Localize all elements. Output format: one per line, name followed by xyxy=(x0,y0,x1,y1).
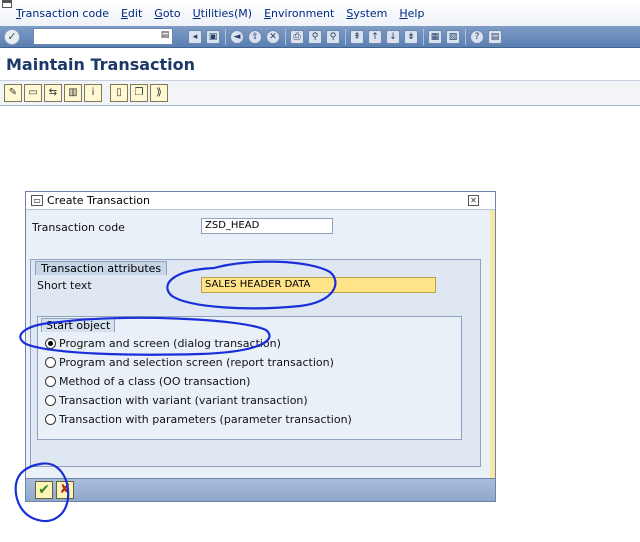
cancel-button[interactable]: ✘ xyxy=(56,481,74,499)
start-object-title: Start object xyxy=(41,318,116,332)
create-transaction-dialog: ▭ Create Transaction ✕ Transaction code … xyxy=(25,191,496,502)
start-object-group: Start object Program and screen (dialog … xyxy=(37,316,462,440)
transaction-code-field[interactable]: ZSD_HEAD xyxy=(201,218,333,234)
radio-variant-transaction[interactable]: Transaction with variant (variant transa… xyxy=(45,394,308,407)
history-dropdown-icon[interactable]: ▤ xyxy=(160,30,170,41)
radio-label: Transaction with variant (variant transa… xyxy=(59,394,308,407)
radio-label: Method of a class (OO transaction) xyxy=(59,375,251,388)
menu-help[interactable]: Help xyxy=(399,7,424,20)
prev-page-icon[interactable]: ↑ xyxy=(368,30,382,44)
radio-button[interactable] xyxy=(45,376,56,387)
menu-bar: Transaction code Edit Goto Utilities(M) … xyxy=(0,0,640,26)
menu-edit[interactable]: Edit xyxy=(121,7,142,20)
toolbar-separator xyxy=(465,29,466,45)
shortcut-icon[interactable]: ▧ xyxy=(446,30,460,44)
dialog-titlebar: ▭ Create Transaction ✕ xyxy=(26,192,495,210)
dialog-title: Create Transaction xyxy=(47,194,150,207)
radio-report-transaction[interactable]: Program and selection screen (report tra… xyxy=(45,356,334,369)
change-icon[interactable]: ▭ xyxy=(24,84,42,102)
radio-parameter-transaction[interactable]: Transaction with parameters (parameter t… xyxy=(45,413,352,426)
radio-button[interactable] xyxy=(45,357,56,368)
dialog-side-rail xyxy=(490,210,495,478)
display-change-icon[interactable]: ✎ xyxy=(4,84,22,102)
radio-label: Program and selection screen (report tra… xyxy=(59,356,334,369)
radio-label: Transaction with parameters (parameter t… xyxy=(59,413,352,426)
other-object-icon[interactable]: ▥ xyxy=(64,84,82,102)
toolbar-icons: ◂ ▣ ◄ ⇧ ✕ ⎙ ⚲ ⚲ ⇞ ↑ ↓ ⇟ ▦ ▧ ? ▤ xyxy=(188,29,506,45)
enter-icon[interactable]: ✓ xyxy=(4,29,20,45)
back-icon[interactable]: ◂ xyxy=(188,30,202,44)
back-nav-icon[interactable]: ◄ xyxy=(230,30,244,44)
find-icon[interactable]: ⚲ xyxy=(308,30,322,44)
delete-icon[interactable]: ▯ xyxy=(110,84,128,102)
menu-list: Transaction code Edit Goto Utilities(M) … xyxy=(16,7,436,20)
application-toolbar-buttons: ✎ ▭ ⇆ ▥ i ▯ ❐ ⟫ xyxy=(4,84,170,102)
menu-system[interactable]: System xyxy=(346,7,387,20)
toolbar-separator xyxy=(345,29,346,45)
print-icon[interactable]: ⎙ xyxy=(290,30,304,44)
page-title: Maintain Transaction xyxy=(6,55,196,74)
transaction-attributes-group: Transaction attributes Short text SALES … xyxy=(30,259,481,467)
dialog-footer: ✔ ✘ xyxy=(26,478,495,501)
toolbar-separator xyxy=(225,29,226,45)
dialog-window-icon: ▭ xyxy=(31,195,43,206)
transaction-attributes-title: Transaction attributes xyxy=(35,261,168,275)
standard-toolbar: ✓ ▤ ◂ ▣ ◄ ⇧ ✕ ⎙ ⚲ ⚲ ⇞ ↑ ↓ ⇟ ▦ ▧ ? ▤ xyxy=(0,26,640,48)
menu-environment[interactable]: Environment xyxy=(264,7,334,20)
confirm-button[interactable]: ✔ xyxy=(35,481,53,499)
create-copy-icon[interactable]: ❐ xyxy=(130,84,148,102)
new-session-icon[interactable]: ▦ xyxy=(428,30,442,44)
title-bar: Maintain Transaction xyxy=(0,49,640,79)
first-page-icon[interactable]: ⇞ xyxy=(350,30,364,44)
radio-dialog-transaction[interactable]: Program and screen (dialog transaction) xyxy=(45,337,281,350)
radio-button[interactable] xyxy=(45,338,56,349)
close-icon[interactable]: ✕ xyxy=(468,195,479,206)
exit-icon[interactable]: ⇧ xyxy=(248,30,262,44)
radio-button[interactable] xyxy=(45,414,56,425)
last-page-icon[interactable]: ⇟ xyxy=(404,30,418,44)
info-icon[interactable]: i xyxy=(84,84,102,102)
menu-utilities[interactable]: Utilities(M) xyxy=(193,7,253,20)
application-toolbar: ✎ ▭ ⇆ ▥ i ▯ ❐ ⟫ xyxy=(0,80,640,106)
help-icon[interactable]: ? xyxy=(470,30,484,44)
short-text-field[interactable]: SALES HEADER DATA xyxy=(201,277,436,293)
layout-icon[interactable]: ▤ xyxy=(488,30,502,44)
radio-oo-transaction[interactable]: Method of a class (OO transaction) xyxy=(45,375,250,388)
menu-transaction-code[interactable]: Transaction code xyxy=(16,7,109,20)
toolbar-separator xyxy=(423,29,424,45)
system-menu-icon[interactable] xyxy=(2,0,12,8)
toolbar-separator xyxy=(285,29,286,45)
radio-button[interactable] xyxy=(45,395,56,406)
cancel-icon[interactable]: ✕ xyxy=(266,30,280,44)
save-icon[interactable]: ▣ xyxy=(206,30,220,44)
radio-label: Program and screen (dialog transaction) xyxy=(59,337,281,350)
command-field[interactable] xyxy=(33,28,173,45)
transaction-code-label: Transaction code xyxy=(32,221,125,234)
copy-icon[interactable]: ⇆ xyxy=(44,84,62,102)
find-next-icon[interactable]: ⚲ xyxy=(326,30,340,44)
next-page-icon[interactable]: ↓ xyxy=(386,30,400,44)
menu-goto[interactable]: Goto xyxy=(154,7,180,20)
short-text-label: Short text xyxy=(37,279,92,292)
test-icon[interactable]: ⟫ xyxy=(150,84,168,102)
